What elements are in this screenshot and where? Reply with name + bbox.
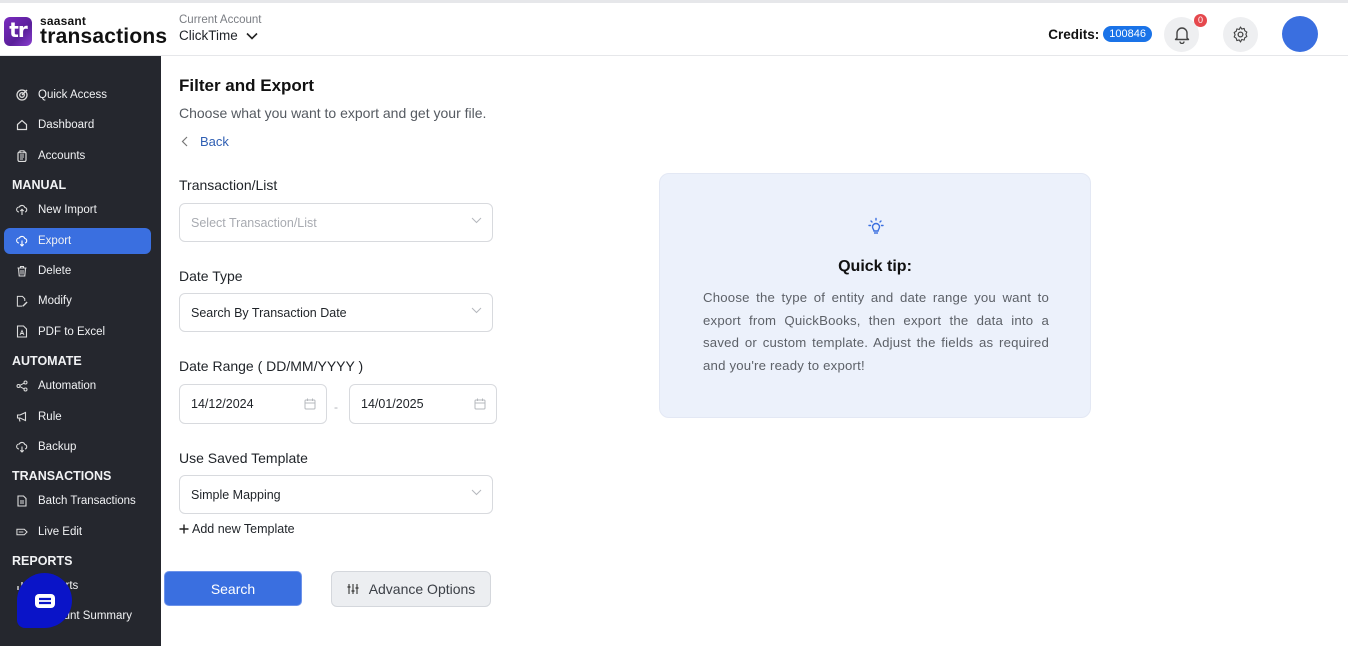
chevron-down-icon [471, 307, 482, 314]
sidebar-item-label: New Import [38, 204, 97, 217]
cloud-download-icon [16, 235, 28, 247]
chevron-down-icon [471, 489, 482, 496]
transaction-list-placeholder: Select Transaction/List [191, 215, 317, 230]
plus-icon [179, 524, 189, 534]
sidebar-item-label: Dashboard [38, 119, 95, 132]
calendar-icon [304, 398, 316, 410]
sidebar-item-label: Rule [38, 410, 62, 423]
sidebar-item-quick-access[interactable]: Quick Access [4, 82, 151, 108]
settings-button[interactable] [1223, 16, 1258, 52]
chat-icon [34, 593, 55, 608]
pencil-icon [16, 526, 28, 538]
megaphone-icon [16, 411, 28, 423]
add-template-label: Add new Template [192, 522, 295, 536]
app-header: tr saasant transactions Current Account … [0, 3, 1348, 56]
pdf-file-icon [16, 325, 28, 338]
cloud-download-icon [16, 441, 28, 453]
sidebar-item-label: Accounts [38, 149, 86, 162]
add-template-link[interactable]: Add new Template [179, 522, 295, 536]
quick-tip-body: Choose the type of entity and date range… [703, 290, 1049, 373]
lightbulb-icon [868, 217, 884, 234]
section-reports: REPORTS [12, 554, 73, 569]
advance-options-button[interactable]: Advance Options [331, 571, 491, 607]
credits-badge: 100846 [1103, 26, 1152, 42]
logo-product: transactions [40, 25, 168, 48]
section-manual: MANUAL [12, 178, 67, 193]
notifications-button[interactable]: 0 [1164, 13, 1207, 52]
target-icon [16, 89, 28, 101]
sidebar-item-label: Export [38, 234, 72, 247]
sidebar-item-modify[interactable]: Modify [4, 288, 151, 314]
app-logo[interactable]: tr saasant transactions [4, 15, 167, 47]
file-edit-icon [16, 295, 28, 307]
sidebar-item-label: Delete [38, 264, 72, 277]
sidebar-item-label: Modify [38, 295, 72, 308]
sidebar-item-delete[interactable]: Delete [4, 258, 151, 284]
cloud-upload-icon [16, 204, 28, 216]
sidebar-item-label: Automation [38, 380, 97, 393]
sidebar-item-live-edit[interactable]: Live Edit [4, 519, 151, 545]
quick-tip-card: Quick tip: Choose the type of entity and… [659, 173, 1091, 418]
sidebar-item-dashboard[interactable]: Dashboard [4, 112, 151, 138]
bell-icon [1174, 26, 1189, 44]
home-icon [16, 119, 28, 131]
credits-label: Credits: [1048, 26, 1100, 42]
chevron-down-icon [246, 32, 258, 40]
gear-icon [1233, 25, 1248, 43]
advance-options-label: Advance Options [368, 581, 476, 597]
sidebar-item-label: Live Edit [38, 525, 83, 538]
date-from-value: 14/12/2024 [191, 397, 254, 411]
section-automate: AUTOMATE [12, 354, 82, 369]
date-type-value: Search By Transaction Date [191, 305, 347, 320]
sidebar-item-batch-transactions[interactable]: Batch Transactions [4, 488, 151, 514]
template-select[interactable]: Simple Mapping [179, 475, 493, 514]
calendar-icon [474, 398, 486, 410]
user-avatar[interactable] [1282, 16, 1318, 52]
date-to-value: 14/01/2025 [361, 397, 424, 411]
sidebar-item-label: PDF to Excel [38, 325, 106, 338]
template-value: Simple Mapping [191, 487, 281, 502]
sidebar-item-export[interactable]: Export [4, 227, 151, 254]
chat-widget-button[interactable] [17, 573, 72, 628]
date-type-label: Date Type [179, 268, 243, 284]
clipboard-icon [16, 150, 28, 162]
back-label: Back [200, 134, 229, 149]
sidebar-item-rule[interactable]: Rule [4, 404, 151, 430]
quick-tip-title: Quick tip: [838, 258, 912, 275]
date-from-input[interactable]: 14/12/2024 [179, 384, 327, 424]
notification-count-badge: 0 [1194, 13, 1207, 27]
date-range-label: Date Range ( DD/MM/YYYY ) [179, 358, 364, 374]
logo-mark: tr [4, 16, 32, 46]
account-dropdown[interactable]: ClickTime [179, 28, 261, 43]
sidebar-item-accounts[interactable]: Accounts [4, 143, 151, 169]
sidebar-item-new-import[interactable]: New Import [4, 197, 151, 223]
document-icon [16, 495, 28, 507]
share-nodes-icon [16, 380, 28, 392]
transaction-list-label: Transaction/List [179, 177, 278, 193]
date-to-input[interactable]: 14/01/2025 [349, 384, 497, 424]
chevron-down-icon [471, 217, 482, 224]
sliders-icon [347, 584, 359, 594]
sidebar-item-automation[interactable]: Automation [4, 373, 151, 399]
search-button[interactable]: Search [164, 571, 302, 606]
sidebar: Quick Access Dashboard Accounts MANUAL N… [0, 56, 161, 646]
date-type-select[interactable]: Search By Transaction Date [179, 293, 493, 332]
date-range-separator: - [334, 400, 338, 414]
page-subtitle: Choose what you want to export and get y… [179, 105, 487, 121]
transaction-list-select[interactable]: Select Transaction/List [179, 203, 493, 242]
sidebar-item-pdf-to-excel[interactable]: PDF to Excel [4, 319, 151, 345]
page-title: Filter and Export [179, 76, 315, 95]
account-label: Current Account [179, 14, 262, 26]
account-name: ClickTime [179, 28, 238, 43]
sidebar-item-backup[interactable]: Backup [4, 434, 151, 460]
chevron-left-icon [181, 136, 188, 147]
sidebar-item-label: Batch Transactions [38, 495, 136, 508]
sidebar-item-label: Backup [38, 440, 77, 453]
template-label: Use Saved Template [179, 450, 308, 466]
trash-icon [16, 265, 28, 277]
section-transactions: TRANSACTIONS [12, 469, 112, 484]
account-switcher[interactable]: Current Account ClickTime [179, 14, 261, 43]
back-link[interactable]: Back [181, 134, 229, 149]
sidebar-item-label: Quick Access [38, 89, 108, 101]
